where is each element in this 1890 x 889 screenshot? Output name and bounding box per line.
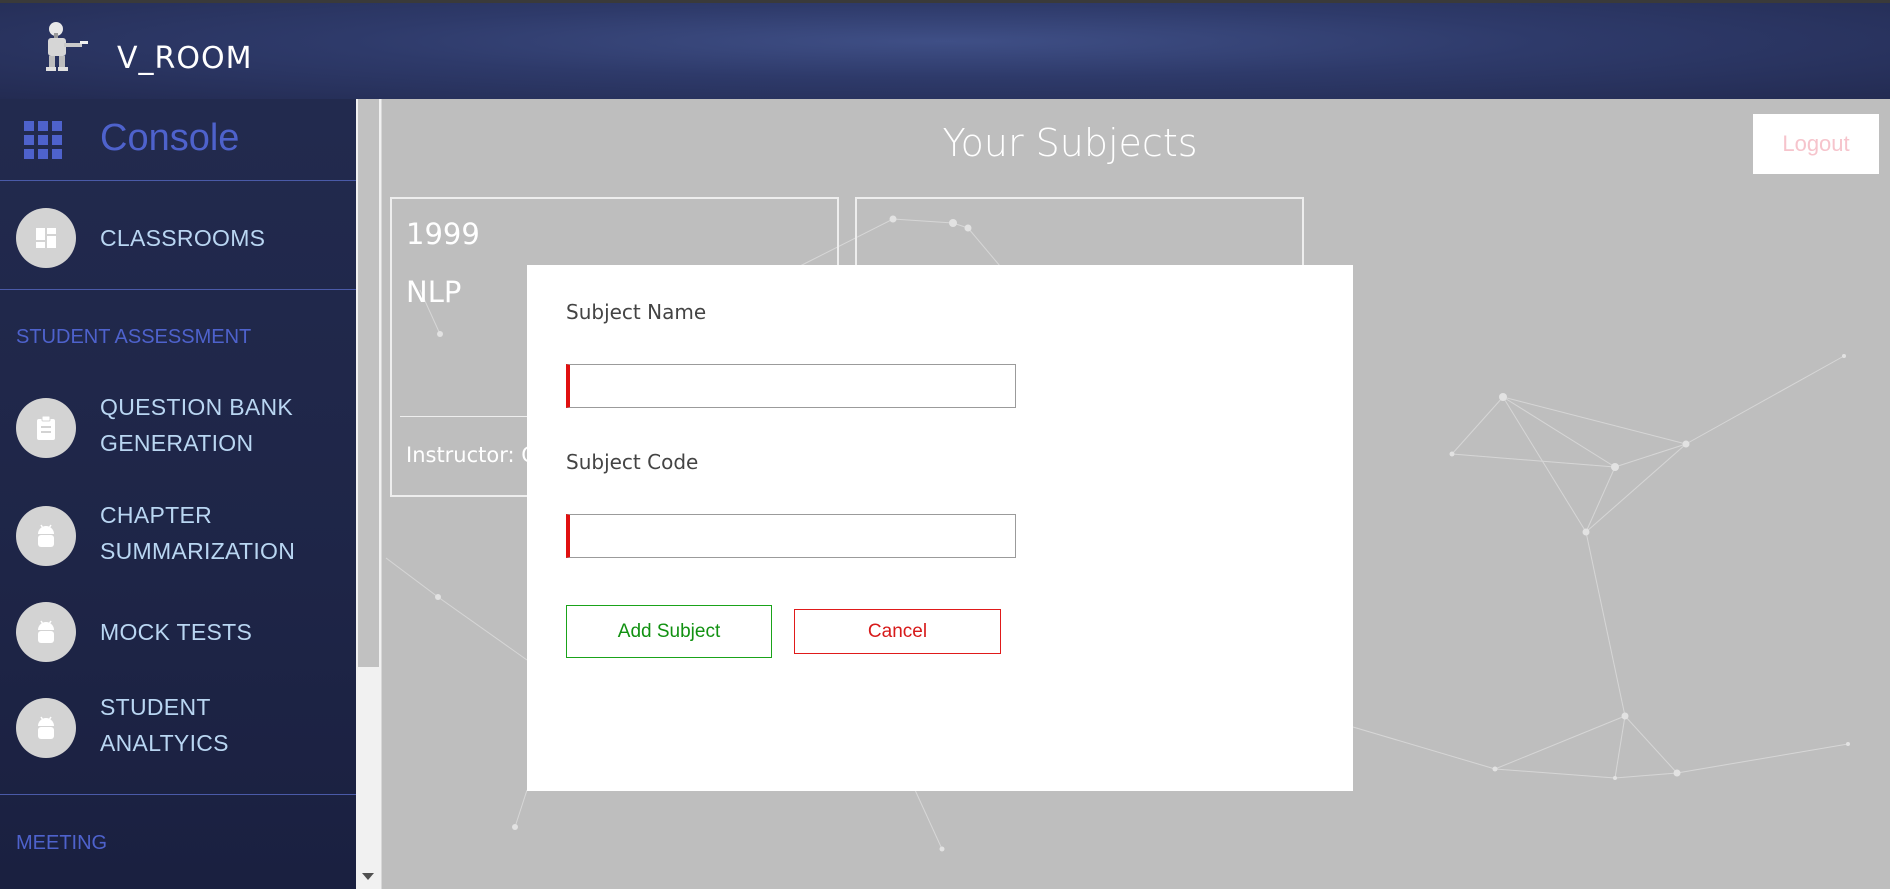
sidebar-item-mock-tests[interactable]: MOCK TESTS: [0, 602, 356, 662]
subject-name-label: Subject Name: [566, 300, 707, 324]
add-subject-button[interactable]: Add Subject: [566, 605, 772, 658]
nav-icon-circle: [16, 602, 76, 662]
android-icon: [38, 620, 54, 643]
scroll-down-arrow-icon[interactable]: [362, 873, 374, 880]
sidebar-item-student-analytics[interactable]: STUDENT ANALTYICS: [0, 689, 356, 769]
console-label: Console: [100, 117, 240, 159]
apps-grid-icon: [24, 121, 62, 159]
sidebar: Console CLASSROOMS STUDENT ASSESSMENT QU…: [0, 99, 356, 889]
sidebar-item-classrooms[interactable]: CLASSROOMS: [0, 208, 356, 298]
main-divider: [381, 99, 382, 889]
subject-name-input[interactable]: [566, 364, 1016, 408]
sidebar-divider: [0, 794, 356, 795]
console-header[interactable]: Console: [0, 99, 356, 181]
clipboard-icon: [37, 415, 55, 440]
dashboard-icon: [36, 228, 56, 248]
sidebar-item-chapter-summarization[interactable]: CHAPTER SUMMARIZATION: [0, 497, 356, 577]
sidebar-divider: [0, 289, 356, 290]
sidebar-item-label: CLASSROOMS: [100, 225, 266, 251]
section-label-student-assessment: STUDENT ASSESSMENT: [16, 326, 252, 348]
sidebar-item-label: STUDENT ANALTYICS: [100, 694, 229, 756]
sidebar-item-label: QUESTION BANK GENERATION: [100, 394, 294, 456]
nav-icon-circle: [16, 398, 76, 458]
cancel-button[interactable]: Cancel: [794, 609, 1001, 654]
android-icon: [38, 524, 54, 547]
sidebar-scrollbar-thumb[interactable]: [358, 99, 379, 667]
top-app-bar: V_ROOM: [0, 0, 1890, 99]
add-subject-dialog: Subject Name Subject Code Add Subject Ca…: [527, 265, 1353, 791]
app-title: V_ROOM: [117, 41, 253, 76]
nav-icon-circle: [16, 208, 76, 268]
sidebar-item-label: MOCK TESTS: [100, 619, 253, 645]
sidebar-item-label: CHAPTER SUMMARIZATION: [100, 502, 296, 564]
subject-code-input[interactable]: [566, 514, 1016, 558]
subject-code-label: Subject Code: [566, 450, 699, 474]
robot-logo-icon: [46, 22, 88, 71]
nav-icon-circle: [16, 506, 76, 566]
subject-name: NLP: [406, 275, 462, 309]
subject-code: 1999: [406, 217, 480, 251]
android-icon: [38, 716, 54, 739]
nav-icon-circle: [16, 698, 76, 758]
page-title: Your Subjects: [942, 121, 1198, 165]
section-label-meeting: MEETING: [16, 832, 108, 854]
logout-button[interactable]: Logout: [1753, 114, 1879, 174]
sidebar-item-question-bank[interactable]: QUESTION BANK GENERATION: [0, 389, 356, 469]
